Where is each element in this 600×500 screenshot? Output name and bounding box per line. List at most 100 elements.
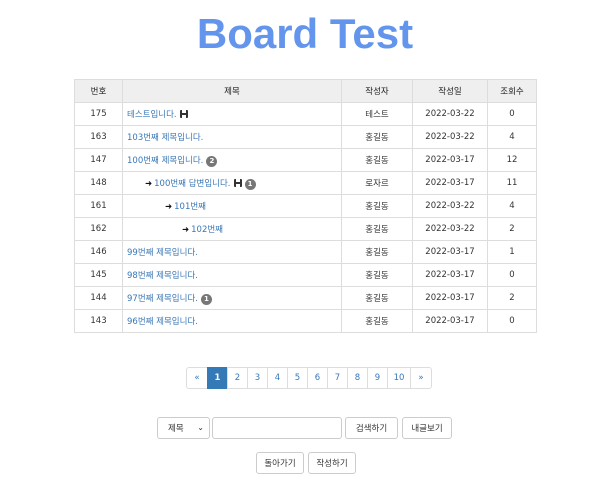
post-date: 2022-03-22 — [412, 125, 488, 149]
post-date: 2022-03-17 — [412, 148, 488, 172]
post-views: 1 — [487, 240, 537, 264]
post-views: 4 — [487, 194, 537, 218]
reply-arrow-icon: ➜ — [145, 178, 153, 189]
post-number: 143 — [74, 309, 123, 333]
board-table: 번호 제목 작성자 작성일 조회수 175 테스트입니다. 테스트 2022-03-2… — [74, 79, 537, 333]
page-link-6[interactable]: 6 — [307, 367, 328, 389]
table-header-row: 번호 제목 작성자 작성일 조회수 — [74, 79, 537, 103]
post-author: 테스트 — [341, 102, 413, 126]
page-link-4[interactable]: 4 — [267, 367, 288, 389]
table-row: 163 103번째 제목입니다. 홍길동 2022-03-22 4 — [74, 125, 537, 149]
floppy-disk-icon — [233, 178, 242, 187]
page-next-button[interactable]: » — [410, 367, 432, 389]
post-date: 2022-03-17 — [412, 286, 488, 310]
comment-count-badge: 1 — [200, 293, 212, 305]
post-title-link[interactable]: 100번째 제목입니다. — [127, 156, 203, 166]
reply-arrow-icon: ➜ — [182, 225, 190, 235]
post-views: 0 — [487, 263, 537, 287]
post-date: 2022-03-22 — [412, 217, 488, 241]
header-views: 조회수 — [487, 79, 537, 103]
header-number: 번호 — [74, 79, 123, 103]
table-row: 148 ➜ 100번째 답변입니다. 1 로자르 2022-03-17 11 — [74, 171, 537, 195]
post-date: 2022-03-17 — [412, 309, 488, 333]
post-number: 144 — [74, 286, 123, 310]
search-input[interactable] — [212, 417, 342, 439]
post-date: 2022-03-17 — [412, 263, 488, 287]
post-title-link[interactable]: 99번째 제목입니다. — [127, 248, 198, 258]
table-row: 145 98번째 제목입니다. 홍길동 2022-03-17 0 — [74, 263, 537, 287]
page-prev-button[interactable]: « — [186, 367, 208, 389]
back-button[interactable]: 돌아가기 — [256, 452, 304, 474]
my-posts-button[interactable]: 내글보기 — [402, 417, 452, 439]
page-link-1[interactable]: 1 — [207, 367, 228, 389]
table-row: 175 테스트입니다. 테스트 2022-03-22 0 — [74, 102, 537, 126]
post-date: 2022-03-17 — [412, 171, 488, 195]
post-title-cell: 98번째 제목입니다. — [122, 263, 342, 287]
write-button[interactable]: 작성하기 — [308, 452, 356, 474]
post-title-cell: 99번째 제목입니다. — [122, 240, 342, 264]
header-date: 작성일 — [412, 79, 488, 103]
table-row: 144 97번째 제목입니다. 1 홍길동 2022-03-17 2 — [74, 286, 537, 310]
post-views: 2 — [487, 286, 537, 310]
post-title-cell: 97번째 제목입니다. 1 — [122, 286, 342, 310]
post-title-cell: 96번째 제목입니다. — [122, 309, 342, 333]
post-views: 12 — [487, 148, 537, 172]
post-author: 홍길동 — [341, 309, 413, 333]
search-button[interactable]: 검색하기 — [345, 417, 398, 439]
post-number: 175 — [74, 102, 123, 126]
post-views: 11 — [487, 171, 537, 195]
post-title-cell: 테스트입니다. — [122, 102, 342, 126]
post-title-link[interactable]: 96번째 제목입니다. — [127, 317, 198, 327]
page-title: Board Test — [196, 10, 414, 57]
post-title-link[interactable]: 테스트입니다. — [127, 110, 177, 120]
table-row: 161 ➜ 101번째 홍길동 2022-03-22 4 — [74, 194, 537, 218]
post-title-link[interactable]: 101번째 — [174, 202, 206, 212]
search-field-select[interactable]: 제목 ⌄ — [157, 417, 210, 439]
post-views: 2 — [487, 217, 537, 241]
page-link-3[interactable]: 3 — [247, 367, 268, 389]
post-author: 홍길동 — [341, 240, 413, 264]
page-link-8[interactable]: 8 — [347, 367, 368, 389]
post-title-link[interactable]: 100번째 답변입니다. — [154, 179, 230, 189]
search-field-selected: 제목 — [168, 424, 184, 434]
post-title-link[interactable]: 98번째 제목입니다. — [127, 271, 198, 281]
post-number: 147 — [74, 148, 123, 172]
post-title-cell: 103번째 제목입니다. — [122, 125, 342, 149]
page-link-10[interactable]: 10 — [387, 367, 411, 389]
post-title-cell: ➜ 101번째 — [122, 194, 342, 218]
post-date: 2022-03-17 — [412, 240, 488, 264]
post-title-cell: ➜ 102번째 — [122, 217, 342, 241]
reply-arrow-icon: ➜ — [165, 202, 173, 212]
floppy-disk-icon — [179, 110, 188, 118]
header-title: 제목 — [122, 79, 342, 103]
chevron-down-icon: ⌄ — [197, 423, 204, 432]
post-author: 홍길동 — [341, 125, 413, 149]
page-link-5[interactable]: 5 — [287, 367, 308, 389]
post-author: 로자르 — [341, 171, 413, 195]
page-link-9[interactable]: 9 — [367, 367, 388, 389]
post-number: 145 — [74, 263, 123, 287]
post-author: 홍길동 — [341, 148, 413, 172]
post-date: 2022-03-22 — [412, 102, 488, 126]
post-views: 0 — [487, 102, 537, 126]
post-title-link[interactable]: 102번째 — [191, 225, 223, 235]
post-author: 홍길동 — [341, 286, 413, 310]
page-link-7[interactable]: 7 — [327, 367, 348, 389]
post-author: 홍길동 — [341, 217, 413, 241]
comment-count-badge: 1 — [244, 178, 256, 190]
post-views: 0 — [487, 309, 537, 333]
pagination: «1 2 3 4 5 6 7 8 9 10» — [186, 367, 432, 389]
post-author: 홍길동 — [341, 263, 413, 287]
table-row: 147 100번째 제목입니다. 2 홍길동 2022-03-17 12 — [74, 148, 537, 172]
page-link-2[interactable]: 2 — [227, 367, 248, 389]
post-title-link[interactable]: 103번째 제목입니다. — [127, 133, 203, 143]
post-number: 148 — [74, 171, 123, 195]
post-title-cell: ➜ 100번째 답변입니다. 1 — [122, 171, 342, 195]
post-number: 163 — [74, 125, 123, 149]
post-title-link[interactable]: 97번째 제목입니다. — [127, 294, 198, 304]
header-author: 작성자 — [341, 79, 413, 103]
table-row: 162 ➜ 102번째 홍길동 2022-03-22 2 — [74, 217, 537, 241]
post-date: 2022-03-22 — [412, 194, 488, 218]
comment-count-badge: 2 — [206, 155, 218, 167]
post-views: 4 — [487, 125, 537, 149]
